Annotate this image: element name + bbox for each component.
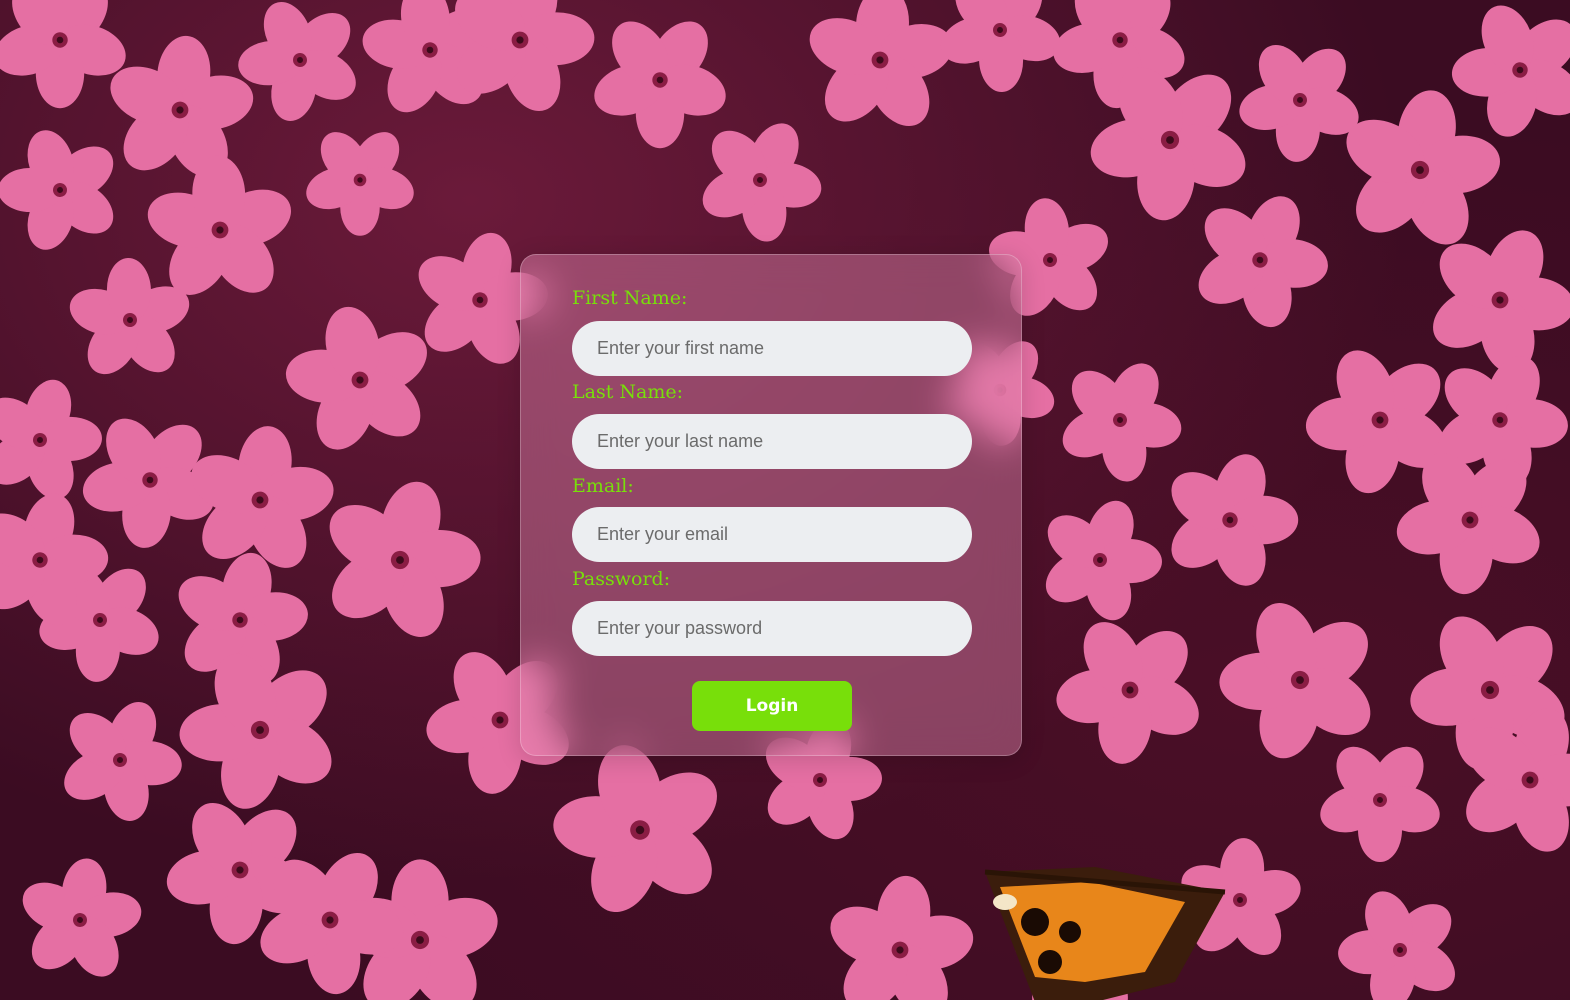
- flower-icon: [278, 100, 441, 261]
- password-label: Password:: [572, 568, 671, 590]
- email-label: Email:: [572, 475, 634, 497]
- flower-icon: [34, 676, 206, 845]
- flower-icon: [1016, 479, 1184, 642]
- flower-icon: [1020, 581, 1239, 800]
- email-input[interactable]: [572, 507, 972, 562]
- flower-icon: [1165, 168, 1354, 353]
- first-name-input[interactable]: [572, 321, 972, 376]
- flower-icon: [813, 867, 987, 1000]
- flower-icon: [795, 0, 964, 142]
- first-name-label: First Name:: [572, 287, 688, 309]
- last-name-label: Last Name:: [572, 381, 683, 403]
- login-button[interactable]: Login: [692, 681, 852, 731]
- flower-icon: [1139, 432, 1320, 609]
- flower-icon: [1289, 711, 1470, 890]
- flower-icon: [672, 94, 848, 267]
- login-form-card: First Name: Last Name: Email: Password: …: [520, 254, 1022, 756]
- flower-icon: [0, 100, 149, 281]
- last-name-input[interactable]: [572, 414, 972, 469]
- flower-icon: [6, 849, 154, 992]
- flower-icon: [209, 0, 391, 152]
- flower-icon: [1309, 859, 1490, 1000]
- butterfly-icon: [984, 867, 1226, 1000]
- password-input[interactable]: [572, 601, 972, 656]
